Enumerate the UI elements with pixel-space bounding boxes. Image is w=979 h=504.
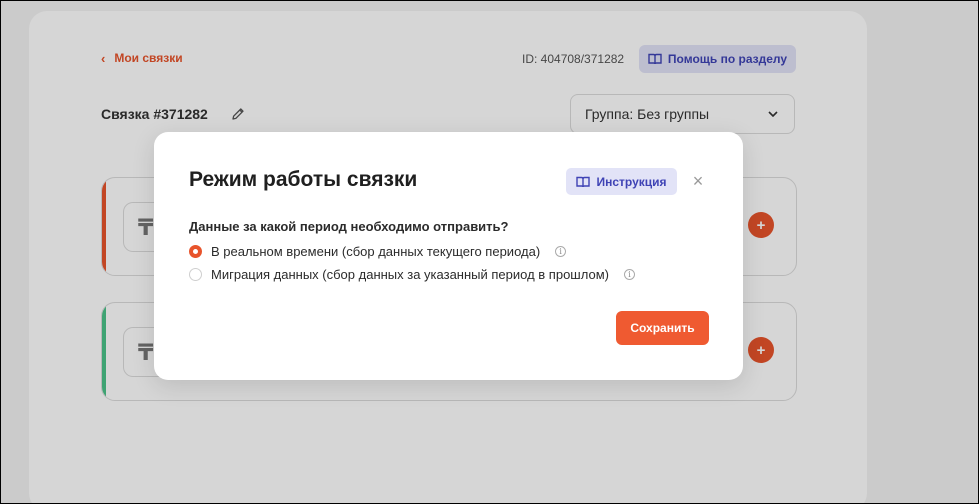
instruction-button[interactable]: Инструкция	[566, 168, 677, 195]
save-button[interactable]: Сохранить	[616, 311, 709, 345]
option-migration[interactable]: Миграция данных (сбор данных за указанны…	[189, 267, 635, 282]
option-label: Миграция данных (сбор данных за указанны…	[211, 267, 609, 282]
dialog-title: Режим работы связки	[189, 168, 418, 191]
option-realtime[interactable]: В реальном времени (сбор данных текущего…	[189, 244, 567, 259]
period-question: Данные за какой период необходимо отправ…	[189, 219, 509, 234]
app-frame: ‹ Мои связки ID: 404708/371282 Помощь по…	[0, 0, 979, 504]
radio-realtime[interactable]	[189, 245, 202, 258]
option-label: В реальном времени (сбор данных текущего…	[211, 244, 541, 259]
book-icon	[576, 176, 591, 187]
radio-migration[interactable]	[189, 268, 202, 281]
mode-dialog: Режим работы связки Инструкция × Данные …	[154, 132, 743, 380]
instruction-button-label: Инструкция	[596, 174, 667, 189]
close-icon[interactable]: ×	[689, 172, 707, 190]
info-icon[interactable]: i	[623, 269, 635, 280]
info-icon[interactable]: i	[555, 246, 567, 257]
